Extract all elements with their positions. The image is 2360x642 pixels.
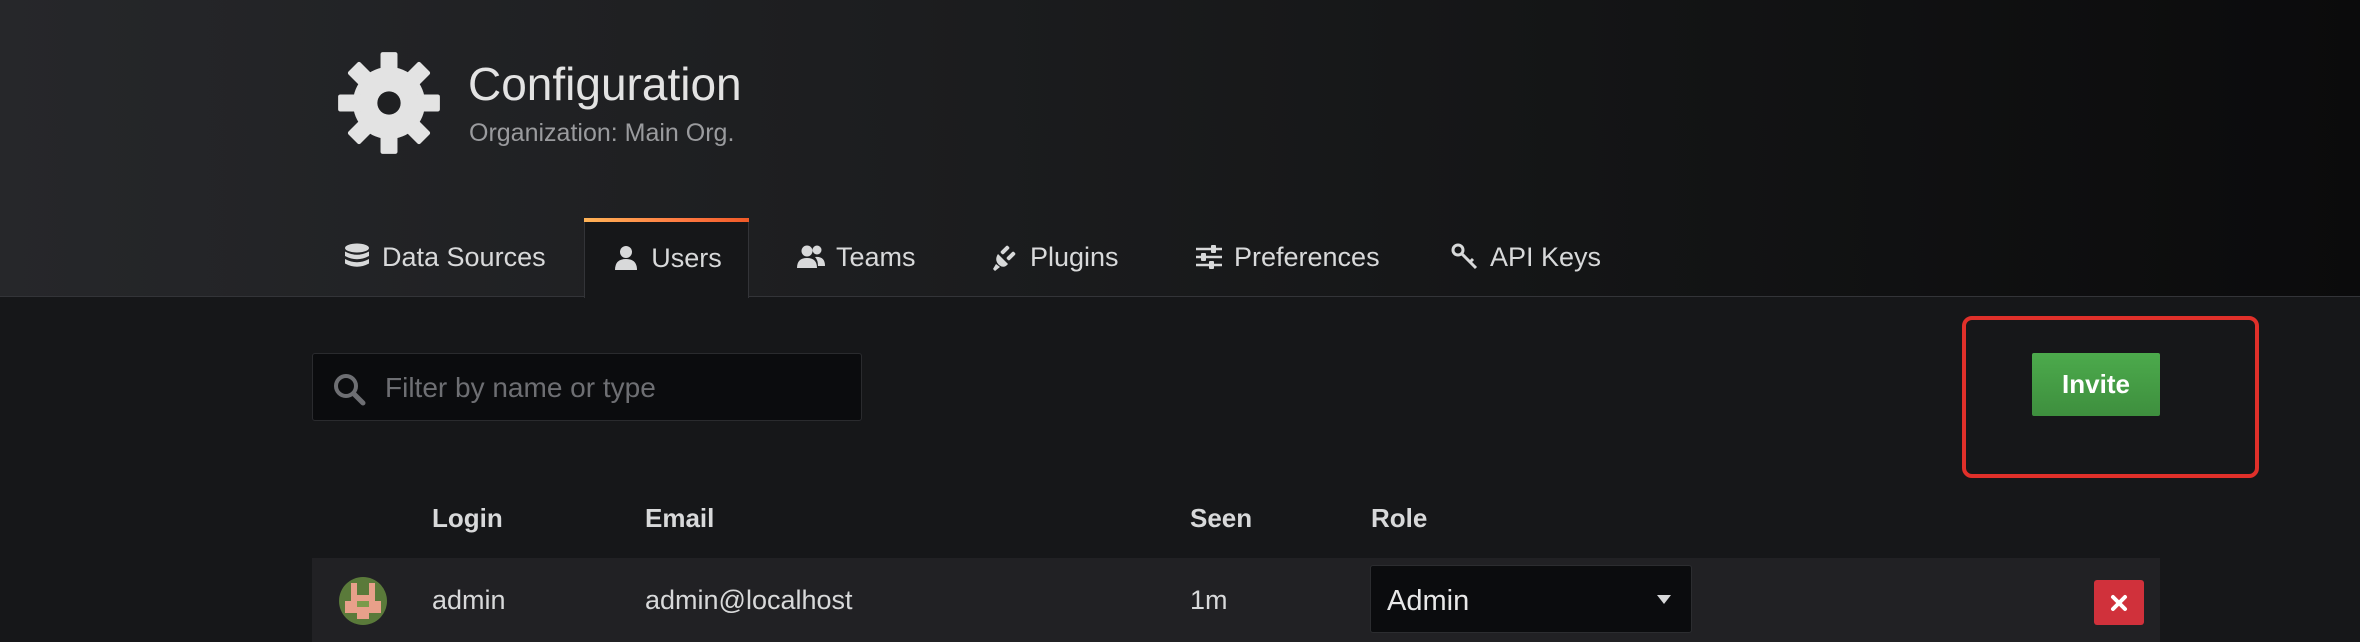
search-input[interactable] — [383, 354, 847, 422]
tab-api-keys[interactable]: API Keys — [1450, 218, 1601, 296]
chevron-down-icon — [1657, 595, 1671, 604]
page-header: Configuration Organization: Main Org. Da… — [0, 0, 2360, 298]
tab-label: Preferences — [1234, 241, 1380, 272]
cell-seen: 1m — [1190, 585, 1228, 615]
tab-users[interactable]: Users — [584, 218, 749, 298]
page-subtitle: Organization: Main Org. — [469, 119, 735, 147]
search-box — [312, 353, 862, 422]
role-value: Admin — [1387, 585, 1470, 617]
avatar-image — [339, 577, 387, 625]
column-header-role: Role — [1371, 503, 1428, 533]
invite-button[interactable]: Invite — [2032, 353, 2160, 416]
column-header-email: Email — [645, 503, 715, 533]
tab-label: Teams — [836, 241, 916, 272]
delete-user-button[interactable] — [2094, 580, 2144, 625]
tab-label: Data Sources — [382, 241, 546, 272]
avatar — [339, 577, 387, 625]
database-icon — [345, 243, 369, 267]
tab-data-sources[interactable]: Data Sources — [342, 218, 546, 296]
role-select[interactable]: Admin — [1370, 565, 1692, 633]
tab-label: Users — [651, 242, 722, 273]
cell-login: admin — [432, 585, 506, 615]
cell-email: admin@localhost — [645, 585, 853, 615]
column-header-login: Login — [432, 503, 503, 533]
tab-plugins[interactable]: Plugins — [990, 218, 1119, 296]
tab-teams[interactable]: Teams — [796, 218, 916, 296]
gear-icon — [338, 52, 440, 154]
column-header-seen: Seen — [1190, 503, 1253, 533]
page-title: Configuration — [468, 58, 742, 110]
tab-label: Plugins — [1030, 241, 1119, 272]
tab-label: API Keys — [1490, 241, 1602, 272]
page: Configuration Organization: Main Org. Da… — [0, 0, 2360, 642]
tab-preferences[interactable]: Preferences — [1194, 218, 1380, 296]
users-icon — [797, 245, 825, 268]
user-icon — [615, 246, 638, 270]
close-icon — [2111, 594, 2127, 611]
search-icon — [334, 374, 366, 406]
table-row: admin admin@localhost 1m Admin — [312, 558, 2160, 642]
plug-icon — [993, 245, 1016, 271]
sliders-icon — [1196, 245, 1222, 269]
key-icon — [1451, 243, 1478, 270]
